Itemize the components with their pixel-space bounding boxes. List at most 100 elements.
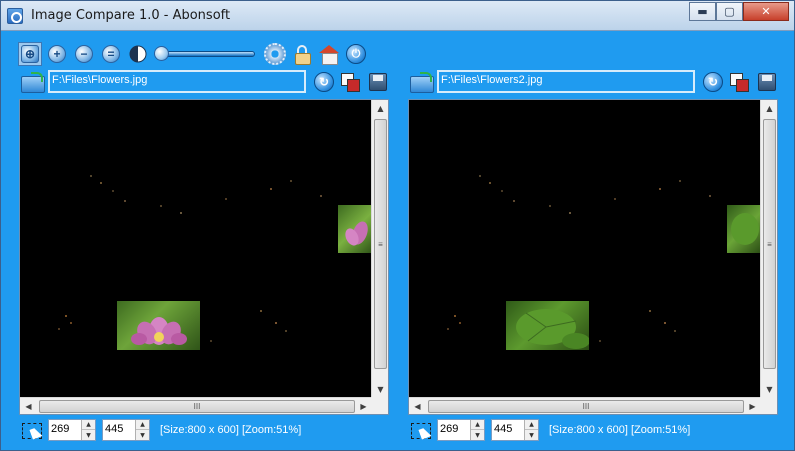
- image-speck: [124, 200, 126, 202]
- opacity-slider-thumb[interactable]: [154, 46, 169, 61]
- window-title: Image Compare 1.0 - Abonsoft: [31, 8, 231, 23]
- home-glyph: [319, 45, 339, 65]
- compare-mode-icon[interactable]: ⊕: [18, 42, 42, 66]
- image-speck: [225, 198, 227, 200]
- right-refresh-button[interactable]: ↻: [702, 71, 724, 93]
- right-leaf-region: [506, 301, 589, 350]
- image-speck: [674, 330, 676, 332]
- power-icon[interactable]: ⏻: [344, 42, 368, 66]
- spinner-down-button[interactable]: ▼: [82, 430, 95, 440]
- image-speck: [599, 340, 601, 342]
- compare-mode-glyph: ⊕: [21, 45, 39, 63]
- right-image-canvas: [409, 100, 761, 398]
- image-speck: [275, 322, 277, 324]
- image-speck: [501, 190, 503, 192]
- spinner-buttons: ▲ ▼: [135, 420, 149, 440]
- zoom-out-glyph: −: [75, 45, 93, 63]
- image-speck: [513, 200, 515, 202]
- left-refresh-button[interactable]: ↻: [313, 71, 335, 93]
- right-horizontal-scroll-thumb[interactable]: III: [428, 400, 744, 413]
- scroll-down-arrow[interactable]: ▼: [372, 381, 388, 398]
- zoom-in-glyph: +: [48, 45, 66, 63]
- image-speck: [180, 212, 182, 214]
- scroll-corner: [371, 397, 388, 414]
- left-vertical-scroll-thumb[interactable]: ≡: [374, 119, 387, 369]
- right-vertical-scroll-thumb[interactable]: ≡: [763, 119, 776, 369]
- right-status-row: 269 ▲ ▼ 445 ▲ ▼ [Size:800 x 600] [Zoom:5…: [408, 419, 778, 443]
- left-x-spinner[interactable]: 269 ▲ ▼: [48, 419, 96, 441]
- spinner-up-button[interactable]: ▲: [82, 420, 95, 430]
- scroll-down-arrow[interactable]: ▼: [761, 381, 777, 398]
- open-folder-icon[interactable]: [21, 72, 45, 93]
- right-horizontal-scrollbar[interactable]: ◀ III ▶: [409, 397, 761, 414]
- spinner-buttons: ▲ ▼: [81, 420, 95, 440]
- settings-icon[interactable]: [263, 42, 287, 66]
- left-y-value[interactable]: 445: [105, 423, 123, 435]
- close-button[interactable]: ✕: [743, 2, 789, 21]
- image-speck: [454, 315, 456, 317]
- image-speck: [112, 190, 114, 192]
- selection-cursor-icon[interactable]: [411, 423, 431, 439]
- spinner-down-button[interactable]: ▼: [136, 430, 149, 440]
- scroll-right-arrow[interactable]: ▶: [355, 398, 372, 414]
- lily-pad-image: [516, 309, 589, 349]
- right-y-value[interactable]: 445: [494, 423, 512, 435]
- image-speck: [679, 180, 681, 182]
- scroll-left-arrow[interactable]: ◀: [20, 398, 37, 414]
- left-horizontal-scrollbar[interactable]: ◀ III ▶: [20, 397, 372, 414]
- left-x-value[interactable]: 269: [51, 423, 69, 435]
- image-speck: [709, 195, 711, 197]
- left-image-viewer[interactable]: ▲ ≡ ▼ ◀ III ▶: [19, 99, 389, 415]
- refresh-icon: ↻: [314, 72, 334, 92]
- right-save-button[interactable]: [756, 71, 778, 93]
- opacity-slider[interactable]: [154, 46, 255, 61]
- lock-icon[interactable]: [290, 42, 314, 66]
- difference-icon[interactable]: [126, 42, 150, 66]
- image-speck: [489, 182, 491, 184]
- zoom-reset-icon[interactable]: =: [99, 42, 123, 66]
- right-vertical-scrollbar[interactable]: ▲ ≡ ▼: [760, 100, 777, 398]
- image-speck: [210, 340, 212, 342]
- right-y-spinner[interactable]: 445 ▲ ▼: [491, 419, 539, 441]
- maximize-button[interactable]: ▢: [716, 2, 743, 21]
- scroll-left-arrow[interactable]: ◀: [409, 398, 426, 414]
- left-path-field[interactable]: F:\Files\Flowers.jpg: [48, 70, 306, 93]
- right-path-field[interactable]: F:\Files\Flowers2.jpg: [437, 70, 695, 93]
- right-copy-button[interactable]: [728, 71, 750, 93]
- scroll-up-arrow[interactable]: ▲: [372, 100, 388, 117]
- minimize-button[interactable]: ▬: [689, 2, 716, 21]
- save-icon: [369, 73, 387, 91]
- image-speck: [459, 322, 461, 324]
- zoom-out-icon[interactable]: −: [72, 42, 96, 66]
- right-x-spinner[interactable]: 269 ▲ ▼: [437, 419, 485, 441]
- title-bar[interactable]: Image Compare 1.0 - Abonsoft ▬ ▢ ✕: [1, 1, 794, 31]
- right-x-value[interactable]: 269: [440, 423, 458, 435]
- spinner-up-button[interactable]: ▲: [136, 420, 149, 430]
- scroll-up-arrow[interactable]: ▲: [761, 100, 777, 117]
- open-folder-icon[interactable]: [410, 72, 434, 93]
- left-copy-button[interactable]: [339, 71, 361, 93]
- scroll-right-arrow[interactable]: ▶: [744, 398, 761, 414]
- spinner-down-button[interactable]: ▼: [471, 430, 484, 440]
- zoom-in-icon[interactable]: +: [45, 42, 69, 66]
- image-speck: [90, 175, 92, 177]
- left-vertical-scrollbar[interactable]: ▲ ≡ ▼: [371, 100, 388, 398]
- image-speck: [479, 175, 481, 177]
- leaf-edge-image: [731, 213, 759, 245]
- left-horizontal-scroll-thumb[interactable]: III: [39, 400, 355, 413]
- image-speck: [270, 188, 272, 190]
- left-save-button[interactable]: [367, 71, 389, 93]
- right-image-viewer[interactable]: ▲ ≡ ▼ ◀ III ▶: [408, 99, 778, 415]
- selection-cursor-icon[interactable]: [22, 423, 42, 439]
- image-speck: [285, 330, 287, 332]
- image-speck: [614, 198, 616, 200]
- lotus-flower-image: [131, 317, 187, 345]
- spinner-up-button[interactable]: ▲: [525, 420, 538, 430]
- left-y-spinner[interactable]: 445 ▲ ▼: [102, 419, 150, 441]
- home-icon[interactable]: [317, 42, 341, 66]
- left-status-row: 269 ▲ ▼ 445 ▲ ▼ [Size:800 x 600] [Zoom:5…: [19, 419, 389, 443]
- spinner-up-button[interactable]: ▲: [471, 420, 484, 430]
- spinner-down-button[interactable]: ▼: [525, 430, 538, 440]
- image-speck: [569, 212, 571, 214]
- image-speck: [447, 328, 449, 330]
